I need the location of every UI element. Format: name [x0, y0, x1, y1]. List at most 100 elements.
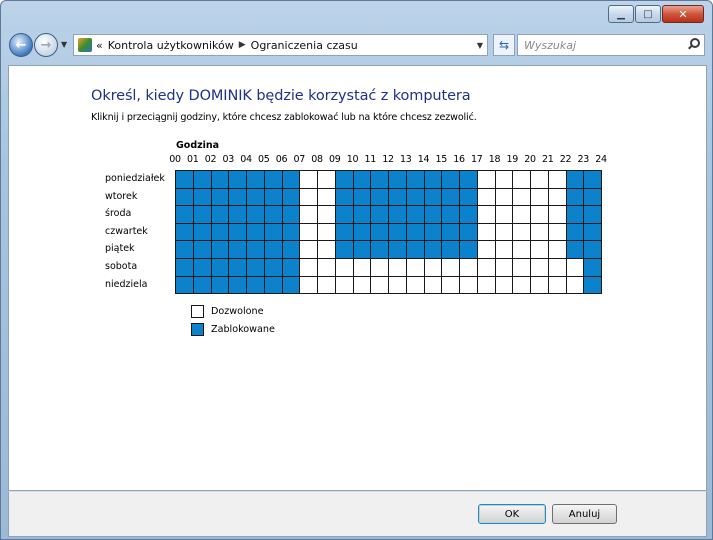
breadcrumb-user-controls[interactable]: Kontrola użytkowników [108, 39, 234, 52]
allowed-hour-cell[interactable] [300, 206, 318, 224]
allowed-hour-cell[interactable] [300, 223, 318, 242]
blocked-hour-cell[interactable] [371, 171, 389, 189]
allowed-hour-cell[interactable] [424, 276, 443, 295]
blocked-hour-cell[interactable] [371, 188, 389, 207]
blocked-hour-cell[interactable] [176, 241, 194, 259]
blocked-hour-cell[interactable] [211, 188, 230, 207]
breadcrumb-separator-icon[interactable]: ▶ [239, 40, 246, 50]
allowed-hour-cell[interactable] [318, 258, 336, 277]
allowed-hour-cell[interactable] [531, 188, 549, 207]
allowed-hour-cell[interactable] [318, 276, 336, 295]
allowed-hour-cell[interactable] [353, 258, 372, 277]
blocked-hour-cell[interactable] [389, 206, 407, 224]
allowed-hour-cell[interactable] [495, 276, 514, 295]
history-dropdown-icon[interactable]: ▼ [61, 40, 67, 49]
refresh-button[interactable]: ⇆ [493, 34, 515, 56]
allowed-hour-cell[interactable] [389, 276, 407, 295]
blocked-hour-cell[interactable] [264, 258, 283, 277]
blocked-hour-cell[interactable] [247, 223, 265, 242]
blocked-hour-cell[interactable] [247, 188, 265, 207]
allowed-hour-cell[interactable] [371, 258, 389, 277]
blocked-hour-cell[interactable] [176, 188, 194, 207]
allowed-hour-cell[interactable] [495, 206, 514, 224]
blocked-hour-cell[interactable] [353, 171, 372, 189]
allowed-hour-cell[interactable] [477, 241, 496, 259]
allowed-hour-cell[interactable] [300, 276, 318, 295]
allowed-hour-cell[interactable] [548, 276, 567, 295]
allowed-hour-cell[interactable] [477, 206, 496, 224]
blocked-hour-cell[interactable] [584, 223, 602, 242]
blocked-hour-cell[interactable] [211, 206, 230, 224]
blocked-hour-cell[interactable] [371, 241, 389, 259]
blocked-hour-cell[interactable] [442, 241, 460, 259]
allowed-hour-cell[interactable] [477, 258, 496, 277]
blocked-hour-cell[interactable] [460, 171, 478, 189]
blocked-hour-cell[interactable] [353, 188, 372, 207]
allowed-hour-cell[interactable] [531, 276, 549, 295]
blocked-hour-cell[interactable] [335, 241, 354, 259]
blocked-hour-cell[interactable] [406, 171, 425, 189]
address-dropdown-icon[interactable]: ▼ [477, 41, 483, 50]
allowed-hour-cell[interactable] [566, 258, 585, 277]
blocked-hour-cell[interactable] [353, 241, 372, 259]
search-input[interactable]: Wyszukaj [517, 34, 705, 56]
allowed-hour-cell[interactable] [477, 188, 496, 207]
blocked-hour-cell[interactable] [566, 171, 585, 189]
allowed-hour-cell[interactable] [389, 258, 407, 277]
blocked-hour-cell[interactable] [282, 276, 301, 295]
blocked-hour-cell[interactable] [193, 241, 212, 259]
close-button[interactable]: ✕ [662, 5, 704, 23]
blocked-hour-cell[interactable] [460, 223, 478, 242]
blocked-hour-cell[interactable] [566, 206, 585, 224]
schedule-grid[interactable] [175, 170, 602, 295]
allowed-hour-cell[interactable] [460, 276, 478, 295]
breadcrumb-time-limits[interactable]: Ograniczenia czasu [251, 39, 358, 52]
blocked-hour-cell[interactable] [264, 241, 283, 259]
blocked-hour-cell[interactable] [247, 241, 265, 259]
blocked-hour-cell[interactable] [566, 241, 585, 259]
blocked-hour-cell[interactable] [335, 223, 354, 242]
allowed-hour-cell[interactable] [318, 206, 336, 224]
blocked-hour-cell[interactable] [247, 276, 265, 295]
blocked-hour-cell[interactable] [193, 206, 212, 224]
blocked-hour-cell[interactable] [335, 206, 354, 224]
blocked-hour-cell[interactable] [389, 241, 407, 259]
blocked-hour-cell[interactable] [406, 206, 425, 224]
allowed-hour-cell[interactable] [566, 276, 585, 295]
allowed-hour-cell[interactable] [353, 276, 372, 295]
blocked-hour-cell[interactable] [193, 171, 212, 189]
allowed-hour-cell[interactable] [335, 258, 354, 277]
blocked-hour-cell[interactable] [424, 223, 443, 242]
blocked-hour-cell[interactable] [282, 206, 301, 224]
blocked-hour-cell[interactable] [460, 241, 478, 259]
blocked-hour-cell[interactable] [442, 206, 460, 224]
allowed-hour-cell[interactable] [477, 276, 496, 295]
blocked-hour-cell[interactable] [247, 171, 265, 189]
blocked-hour-cell[interactable] [176, 276, 194, 295]
blocked-hour-cell[interactable] [371, 223, 389, 242]
allowed-hour-cell[interactable] [548, 258, 567, 277]
allowed-hour-cell[interactable] [495, 171, 514, 189]
blocked-hour-cell[interactable] [424, 206, 443, 224]
blocked-hour-cell[interactable] [193, 276, 212, 295]
blocked-hour-cell[interactable] [460, 206, 478, 224]
blocked-hour-cell[interactable] [584, 171, 602, 189]
allowed-hour-cell[interactable] [531, 171, 549, 189]
blocked-hour-cell[interactable] [282, 241, 301, 259]
allowed-hour-cell[interactable] [513, 171, 531, 189]
blocked-hour-cell[interactable] [264, 188, 283, 207]
allowed-hour-cell[interactable] [548, 223, 567, 242]
blocked-hour-cell[interactable] [460, 188, 478, 207]
allowed-hour-cell[interactable] [513, 223, 531, 242]
allowed-hour-cell[interactable] [460, 258, 478, 277]
allowed-hour-cell[interactable] [442, 276, 460, 295]
allowed-hour-cell[interactable] [318, 223, 336, 242]
blocked-hour-cell[interactable] [229, 241, 247, 259]
allowed-hour-cell[interactable] [300, 241, 318, 259]
allowed-hour-cell[interactable] [300, 188, 318, 207]
allowed-hour-cell[interactable] [318, 171, 336, 189]
blocked-hour-cell[interactable] [584, 276, 602, 295]
allowed-hour-cell[interactable] [513, 241, 531, 259]
blocked-hour-cell[interactable] [442, 171, 460, 189]
blocked-hour-cell[interactable] [566, 223, 585, 242]
